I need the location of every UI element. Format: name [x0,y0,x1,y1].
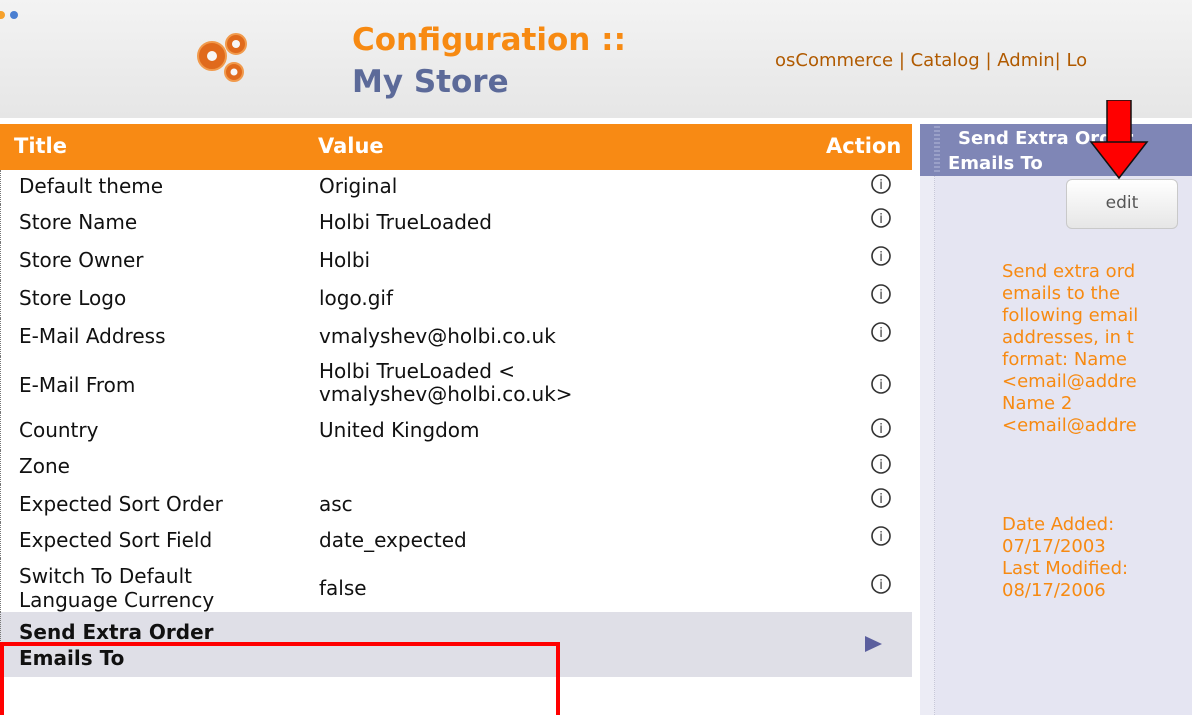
column-action: Action [826,134,902,158]
nav-separator: | [979,50,998,71]
table-header: Title Value Action [0,124,912,170]
info-icon[interactable]: i [869,524,893,548]
nav-catalog[interactable]: Catalog [911,50,980,71]
info-icon[interactable]: i [869,416,893,440]
row-value: vmalyshev@holbi.co.uk [319,324,556,348]
row-value: date_expected [319,528,467,552]
page-title: Configuration :: [352,22,626,58]
header: Configuration :: My Store osCommerce | C… [0,0,1192,118]
svg-text:i: i [879,422,883,437]
table-row[interactable]: Expected Sort Order asc i [0,484,912,522]
nav-separator: | [1054,50,1067,71]
highlight-box-annotation [0,642,560,715]
row-value-line2: vmalyshev@holbi.co.uk> [319,382,573,406]
row-title: Store Name [19,210,138,234]
table-row[interactable]: Store Logo logo.gif i [0,280,912,318]
column-title: Title [14,134,68,158]
panel-heading: Send Extra Order Emails To [920,124,1192,176]
info-panel: Send Extra Order Emails To edit Send ext… [920,124,1192,715]
gears-icon [197,33,247,82]
row-value: asc [319,492,353,516]
row-title: Store Owner [19,248,144,272]
panel-grip [934,126,940,174]
row-value-line1: Holbi TrueLoaded < [319,359,516,383]
svg-text:i: i [879,578,883,593]
svg-text:i: i [879,378,883,393]
table-row[interactable]: E-Mail From Holbi TrueLoaded < vmalyshev… [0,356,912,412]
row-value: United Kingdom [319,418,480,442]
row-title-line1: Send Extra Order [19,620,214,644]
table-row[interactable]: Zone i [0,450,912,484]
info-icon[interactable]: i [869,206,893,230]
svg-text:i: i [879,326,883,341]
info-icon[interactable]: i [869,172,893,196]
row-value: Holbi [319,248,371,272]
nav-oscommerce[interactable]: osCommerce [775,50,893,71]
row-title: Country [19,418,99,442]
window-dots [0,4,19,23]
top-navigation: osCommerce | Catalog | Admin| Lo [775,50,1087,71]
info-icon[interactable]: i [869,452,893,476]
svg-text:i: i [879,492,883,507]
play-arrow-icon[interactable] [865,636,882,652]
nav-admin[interactable]: Admin [997,50,1054,71]
table-row[interactable]: Store Name Holbi TrueLoaded i [0,204,912,242]
page-subtitle: My Store [352,64,509,100]
column-value: Value [318,134,384,158]
svg-text:i: i [879,250,883,265]
info-icon[interactable]: i [869,244,893,268]
info-icon[interactable]: i [869,572,893,596]
panel-heading-line2: Emails To [948,153,1043,174]
row-title: Expected Sort Field [19,528,213,552]
row-title-line2: Language Currency [19,588,215,612]
svg-text:i: i [879,458,883,473]
svg-text:i: i [879,212,883,227]
edit-button[interactable]: edit [1066,179,1178,229]
panel-dates: Date Added: 07/17/2003 Last Modified: 08… [1002,514,1129,601]
row-title: Store Logo [19,286,127,310]
nav-separator: | [893,50,911,71]
table-row[interactable]: Country United Kingdom i [0,412,912,450]
info-icon[interactable]: i [869,372,893,396]
row-value: false [319,576,367,600]
svg-text:i: i [879,178,883,193]
red-arrow-annotation-icon [1089,100,1149,180]
table-row[interactable]: Switch To Default Language Currency fals… [0,558,912,612]
info-icon[interactable]: i [869,320,893,344]
row-value: Original [319,174,398,198]
info-icon[interactable]: i [869,282,893,306]
row-title: Default theme [19,174,164,198]
row-value: logo.gif [319,286,394,310]
table-row[interactable]: Expected Sort Field date_expected i [0,522,912,558]
row-title-line1: Switch To Default [19,564,192,588]
svg-text:i: i [879,288,883,303]
configuration-table: Title Value Action Default theme Origina… [0,124,912,677]
nav-logout[interactable]: Lo [1066,50,1087,71]
svg-text:i: i [879,530,883,545]
info-icon[interactable]: i [869,486,893,510]
table-row[interactable]: Store Owner Holbi i [0,242,912,280]
table-row[interactable]: E-Mail Address vmalyshev@holbi.co.uk i [0,318,912,356]
row-title: E-Mail From [19,373,136,397]
table-row[interactable]: Default theme Original i [0,170,912,204]
panel-description: Send extra ord emails to the following e… [1002,261,1139,436]
row-title: E-Mail Address [19,324,166,348]
row-value: Holbi TrueLoaded [319,210,492,234]
row-title: Zone [19,454,70,478]
row-title: Expected Sort Order [19,492,223,516]
panel-stripe [920,176,935,715]
